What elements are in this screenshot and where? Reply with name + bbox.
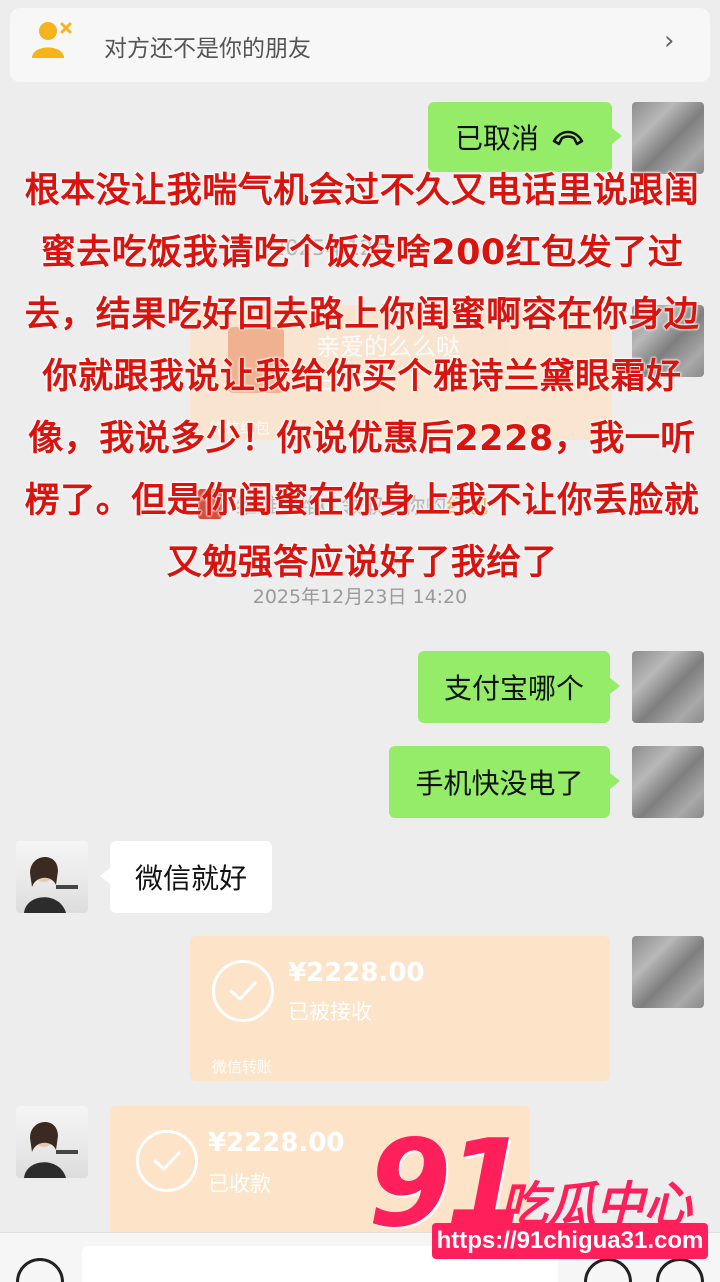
other-avatar[interactable] [16,1106,88,1178]
transfer-status: 已被接收 [288,1000,372,1024]
watermark-url: https://91chigua31.com [432,1223,708,1259]
chevron-right-icon[interactable]: › [664,26,674,56]
message-text: 手机快没电了 [415,767,584,800]
person-photo-icon [24,1121,78,1178]
check-circle-icon [136,1130,198,1192]
overlay-line: 像，我说多少！你说优惠后2228，我一听 [28,419,696,459]
person-photo-icon [24,856,78,913]
message-text: 微信就好 [134,862,247,895]
self-message-bubble[interactable]: 支付宝哪个 [418,651,610,723]
transfer-amount: ¥2228.00 [288,958,425,988]
overlay-line: 根本没让我喘气机会过不久又电话里说跟闺 [24,171,700,211]
self-message-bubble[interactable]: 手机快没电了 [389,746,610,818]
self-avatar[interactable] [632,936,704,1008]
transfer-amount: ¥2228.00 [208,1128,345,1158]
phone-hangup-icon [552,130,584,146]
overlay-caption: 根本没让我喘气机会过不久又电话里说跟闺 蜜去吃饭我请吃个饭没啥200红包发了过 … [6,160,718,594]
other-message-bubble[interactable]: 微信就好 [110,841,272,913]
bubble-tail [610,773,620,789]
chat-timestamp: 2025年12月23日 14:20 [252,586,468,608]
overlay-line: 楞了。但是你闺蜜在你身上我不让你丢脸就 [24,481,700,521]
bubble-tail [612,128,622,144]
overlay-line: 蜜去吃饭我请吃个饭没啥200红包发了过 [40,233,684,273]
check-circle-icon [212,960,274,1022]
cancelled-call-label: 已取消 [454,122,539,155]
self-avatar[interactable] [632,651,704,723]
transfer-sent-card[interactable]: ¥2228.00 已被接收 微信转账 [190,936,610,1081]
overlay-line: 你就跟我说让我给你买个雅诗兰黛眼霜好 [42,357,682,397]
self-avatar[interactable] [632,746,704,818]
bubble-tail [610,678,620,694]
overlay-line: 去，结果吃好回去路上你闺蜜啊容在你身边 [24,295,700,335]
message-text: 支付宝哪个 [443,672,584,705]
bubble-tail [100,868,110,884]
transfer-status: 已收款 [208,1172,271,1196]
other-avatar[interactable] [16,841,88,913]
transfer-foot: 微信转账 [212,1058,273,1076]
not-friend-text: 对方还不是你的朋友 [104,36,311,62]
add-friend-icon [32,22,72,58]
